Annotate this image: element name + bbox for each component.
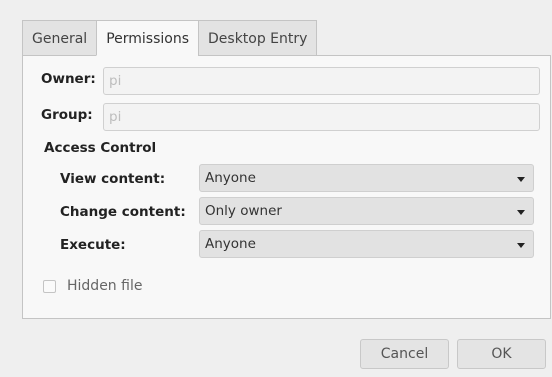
chevron-down-icon — [517, 177, 525, 182]
ok-button[interactable]: OK — [457, 339, 546, 369]
change-content-combo[interactable]: Only owner — [199, 197, 534, 225]
chevron-down-icon — [517, 243, 525, 248]
execute-combo[interactable]: Anyone — [199, 230, 534, 258]
hidden-file-label: Hidden file — [67, 278, 143, 294]
file-properties-dialog: General Permissions Desktop Entry Owner:… — [0, 0, 552, 377]
hidden-file-checkbox[interactable] — [43, 279, 56, 293]
tab-general[interactable]: General — [22, 20, 97, 56]
view-content-combo[interactable]: Anyone — [199, 164, 534, 192]
change-content-label: Change content: — [60, 204, 186, 220]
owner-field[interactable]: pi — [103, 67, 540, 95]
change-content-value: Only owner — [205, 203, 282, 219]
execute-label: Execute: — [60, 237, 126, 253]
group-field[interactable]: pi — [103, 103, 540, 131]
access-control-heading: Access Control — [44, 140, 157, 156]
tab-permissions[interactable]: Permissions — [96, 20, 198, 56]
owner-label: Owner: — [41, 71, 96, 87]
permissions-panel: Owner: pi Group: pi Access Control View … — [22, 55, 551, 319]
tab-desktop-entry[interactable]: Desktop Entry — [198, 20, 318, 56]
view-content-label: View content: — [60, 171, 166, 187]
execute-value: Anyone — [205, 236, 256, 252]
group-label: Group: — [41, 107, 93, 123]
hidden-file-toggle[interactable]: Hidden file — [43, 278, 142, 294]
tab-bar: General Permissions Desktop Entry — [22, 20, 318, 56]
chevron-down-icon — [517, 210, 525, 215]
view-content-value: Anyone — [205, 170, 256, 186]
cancel-button[interactable]: Cancel — [360, 339, 449, 369]
